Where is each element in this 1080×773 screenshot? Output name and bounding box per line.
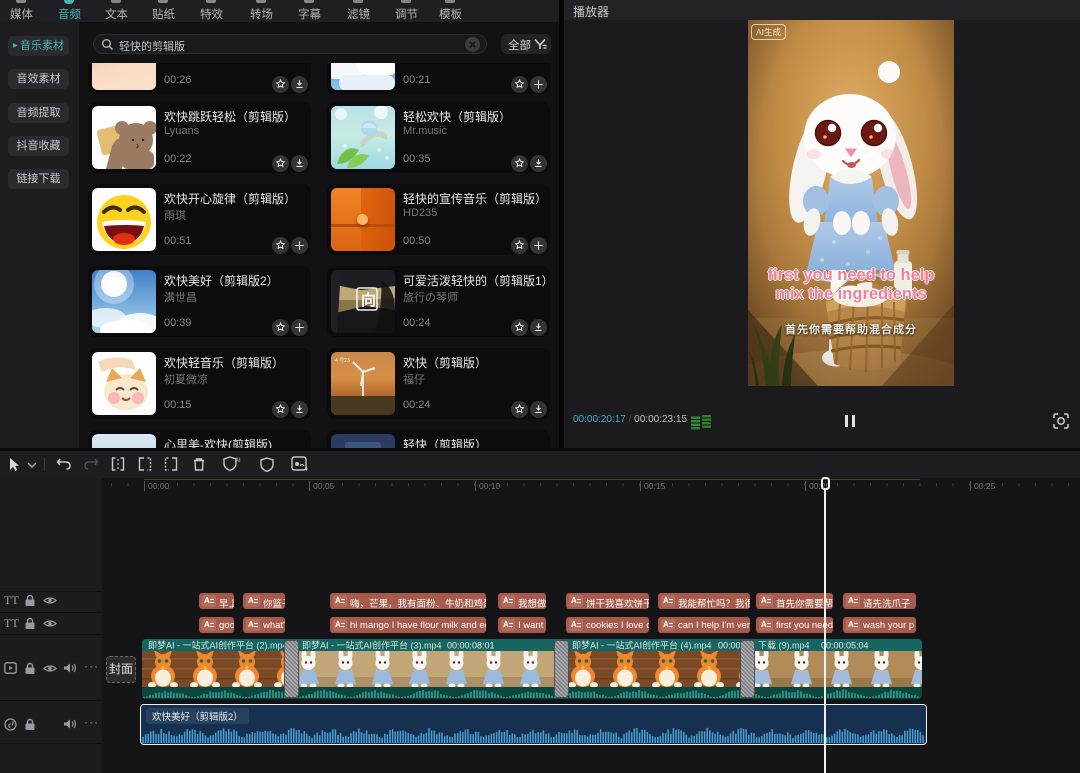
svg-text:下载 (9).mp4: 下载 (9).mp4 — [758, 640, 810, 651]
svg-text:00:00:05:04: 00:00:05:04 — [821, 641, 869, 651]
svg-text:即梦AI - 一站式AI创作平台 (2).mp4: 即梦AI - 一站式AI创作平台 (2).mp4 — [148, 640, 288, 651]
svg-text:向: 向 — [361, 291, 376, 309]
svg-text:即梦AI - 一站式AI创作平台 (3).mp4: 即梦AI - 一站式AI创作平台 (3).mp4 — [302, 640, 442, 651]
svg-text:即梦AI - 一站式AI创作平台 (4).mp4: 即梦AI - 一站式AI创作平台 (4).mp4 — [572, 640, 712, 651]
svg-text:00:00:08:01: 00:00:08:01 — [447, 641, 495, 651]
svg-text:AI: AI — [235, 458, 241, 464]
svg-text:4 号23: 4 号23 — [335, 358, 350, 364]
